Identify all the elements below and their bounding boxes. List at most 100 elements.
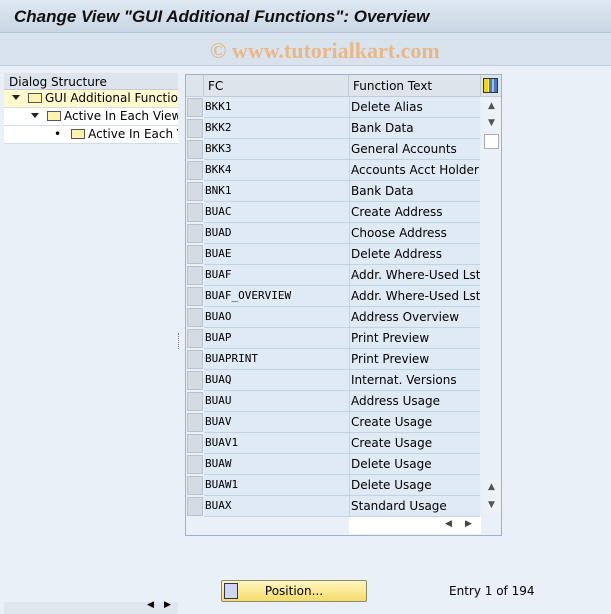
cell-function-text[interactable]: Print Preview [349, 349, 480, 370]
table-row[interactable]: BUAQ Internat. Versions [186, 370, 481, 391]
select-all-cell[interactable] [186, 75, 204, 97]
cell-fc[interactable]: BUAO [204, 307, 349, 328]
scroll-right-icon[interactable]: ▶ [465, 519, 472, 529]
row-selector[interactable] [187, 182, 203, 201]
table-row[interactable]: BUAV1 Create Usage [186, 433, 481, 454]
horizontal-scrollbar[interactable]: ◀ ▶ [349, 517, 481, 534]
table-row[interactable]: BUAE Delete Address [186, 244, 481, 265]
cell-function-text[interactable]: Delete Usage [349, 454, 480, 475]
table-row[interactable]: BUAW Delete Usage [186, 454, 481, 475]
cell-fc[interactable]: BUAF [204, 265, 349, 286]
cell-function-text[interactable]: Delete Alias [349, 97, 480, 118]
cell-fc[interactable]: BUAE [204, 244, 349, 265]
cell-fc[interactable]: BUAQ [204, 370, 349, 391]
cell-function-text[interactable]: Internat. Versions [349, 370, 480, 391]
cell-function-text[interactable]: Bank Data [349, 181, 480, 202]
table-row[interactable]: BKK4 Accounts Acct Holder [186, 160, 481, 181]
row-selector[interactable] [187, 413, 203, 432]
table-row[interactable]: BUAF Addr. Where-Used Lst [186, 265, 481, 286]
row-selector[interactable] [187, 455, 203, 474]
tree-node-active-in-each-view-sub[interactable]: • Active In Each View [4, 126, 178, 144]
scroll-up-icon[interactable]: ▲ [484, 99, 499, 114]
row-selector[interactable] [187, 476, 203, 495]
cell-function-text[interactable]: Accounts Acct Holder [349, 160, 480, 181]
cell-fc[interactable]: BUAF_OVERVIEW [204, 286, 349, 307]
scroll-thumb[interactable] [484, 134, 499, 149]
table-row[interactable]: BNK1 Bank Data [186, 181, 481, 202]
cell-function-text[interactable]: General Accounts [349, 139, 480, 160]
column-header-function-text[interactable]: Function Text [349, 75, 481, 97]
cell-fc[interactable]: BUAU [204, 391, 349, 412]
row-selector[interactable] [187, 329, 203, 348]
table-row[interactable]: BUAU Address Usage [186, 391, 481, 412]
cell-function-text[interactable]: Address Overview [349, 307, 480, 328]
row-selector[interactable] [187, 392, 203, 411]
cell-function-text[interactable]: Bank Data [349, 118, 480, 139]
cell-fc[interactable]: BKK3 [204, 139, 349, 160]
row-selector[interactable] [187, 161, 203, 180]
column-header-fc[interactable]: FC [204, 75, 349, 97]
cell-fc[interactable]: BUAX [204, 496, 349, 517]
table-row[interactable]: BUAW1 Delete Usage [186, 475, 481, 496]
table-row[interactable]: BUAF_OVERVIEW Addr. Where-Used Lst [186, 286, 481, 307]
table-row[interactable]: BKK1 Delete Alias [186, 97, 481, 118]
position-button[interactable]: Position... [221, 580, 367, 602]
cell-fc[interactable]: BUAW1 [204, 475, 349, 496]
cell-function-text[interactable]: Choose Address [349, 223, 480, 244]
table-row[interactable]: BUAP Print Preview [186, 328, 481, 349]
column-settings-icon[interactable] [483, 78, 498, 93]
cell-function-text[interactable]: Create Usage [349, 412, 480, 433]
cell-function-text[interactable]: Standard Usage [349, 496, 480, 517]
cell-fc[interactable]: BNK1 [204, 181, 349, 202]
cell-function-text[interactable]: Delete Usage [349, 475, 480, 496]
cell-fc[interactable]: BUAW [204, 454, 349, 475]
row-selector[interactable] [187, 98, 203, 117]
cell-fc[interactable]: BUAV1 [204, 433, 349, 454]
row-selector[interactable] [187, 287, 203, 306]
cell-function-text[interactable]: Print Preview [349, 328, 480, 349]
cell-function-text[interactable]: Create Address [349, 202, 480, 223]
cell-fc[interactable]: BKK1 [204, 97, 349, 118]
scroll-down-icon[interactable]: ▼ [484, 116, 499, 131]
scroll-up-icon[interactable]: ▲ [484, 480, 499, 495]
scroll-down-icon[interactable]: ▼ [484, 498, 499, 513]
table-row[interactable]: BUAO Address Overview [186, 307, 481, 328]
row-selector[interactable] [187, 350, 203, 369]
row-selector[interactable] [187, 266, 203, 285]
cell-fc[interactable]: BUAC [204, 202, 349, 223]
cell-fc[interactable]: BUAD [204, 223, 349, 244]
panel-splitter[interactable] [178, 333, 181, 349]
cell-fc[interactable]: BUAV [204, 412, 349, 433]
cell-fc[interactable]: BUAP [204, 328, 349, 349]
tree-horizontal-scrollbar[interactable]: ◀ ▶ [4, 600, 178, 614]
cell-function-text[interactable]: Delete Address [349, 244, 480, 265]
tree-node-gui-additional-functions[interactable]: GUI Additional Functions [4, 90, 178, 108]
scroll-left-icon[interactable]: ◀ [445, 519, 452, 529]
cell-fc[interactable]: BKK2 [204, 118, 349, 139]
row-selector[interactable] [187, 140, 203, 159]
row-selector[interactable] [187, 224, 203, 243]
expand-triangle-icon[interactable] [12, 95, 20, 100]
row-selector[interactable] [187, 203, 203, 222]
cell-function-text[interactable]: Address Usage [349, 391, 480, 412]
cell-fc[interactable]: BKK4 [204, 160, 349, 181]
cell-function-text[interactable]: Create Usage [349, 433, 480, 454]
table-row[interactable]: BUAX Standard Usage [186, 496, 481, 517]
row-selector[interactable] [187, 119, 203, 138]
row-selector[interactable] [187, 245, 203, 264]
row-selector[interactable] [187, 434, 203, 453]
cell-function-text[interactable]: Addr. Where-Used Lst [349, 265, 480, 286]
row-selector[interactable] [187, 308, 203, 327]
row-selector[interactable] [187, 371, 203, 390]
expand-triangle-icon[interactable] [31, 113, 39, 118]
table-row[interactable]: BUAD Choose Address [186, 223, 481, 244]
vertical-scrollbar[interactable]: ▲ ▼ ▲ ▼ [482, 97, 501, 517]
cell-function-text[interactable]: Addr. Where-Used Lst [349, 286, 480, 307]
row-selector[interactable] [187, 497, 203, 516]
table-row[interactable]: BKK2 Bank Data [186, 118, 481, 139]
table-row[interactable]: BKK3 General Accounts [186, 139, 481, 160]
table-row[interactable]: BUAV Create Usage [186, 412, 481, 433]
tree-node-active-in-each-view[interactable]: Active In Each View [4, 108, 178, 126]
table-row[interactable]: BUAC Create Address [186, 202, 481, 223]
table-row[interactable]: BUAPRINT Print Preview [186, 349, 481, 370]
